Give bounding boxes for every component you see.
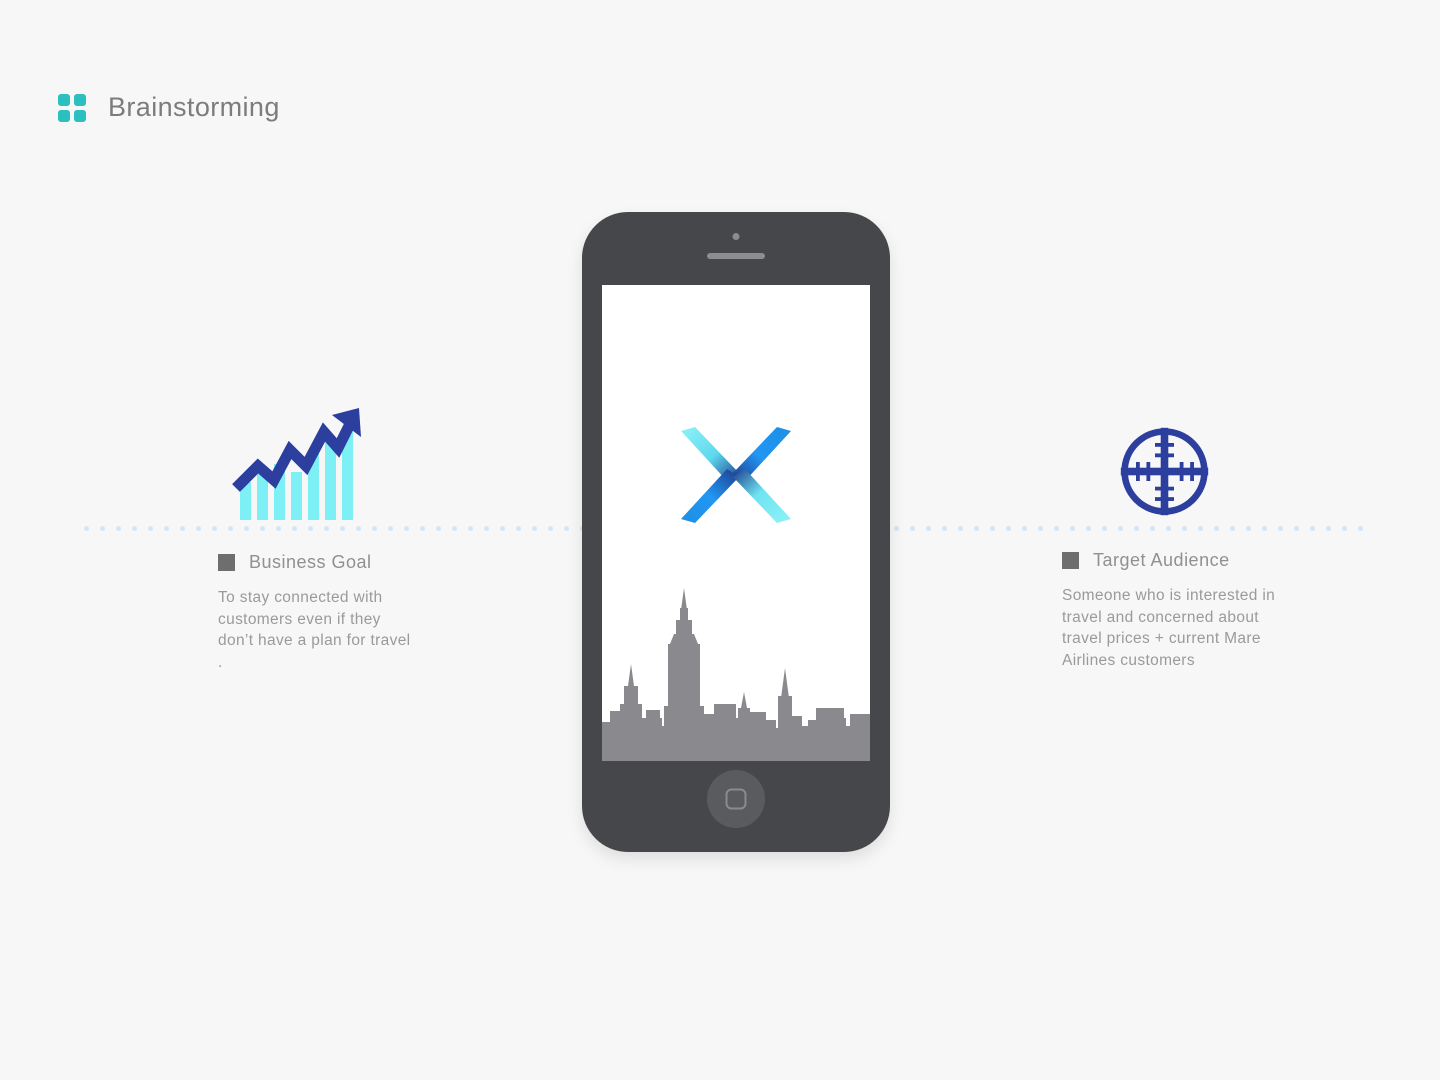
home-button-icon[interactable] bbox=[707, 770, 765, 828]
smartphone-mockup bbox=[582, 212, 890, 852]
new-york-city-skyline-silhouette bbox=[602, 588, 870, 761]
x-ribbon-logo-icon bbox=[681, 427, 791, 523]
crosshair-target-scope-icon bbox=[1120, 427, 1209, 516]
panel-body-text: Someone who is interested in travel and … bbox=[1062, 587, 1276, 669]
panel-target-audience: Target Audience Someone who is intereste… bbox=[1062, 550, 1277, 671]
dotted-rule-right bbox=[894, 526, 1370, 532]
square-bullet-icon bbox=[218, 554, 235, 571]
four-squares-grid-icon bbox=[58, 93, 86, 122]
growth-bar-chart-arrow-icon bbox=[232, 408, 361, 520]
panel-header: Business Goal bbox=[218, 552, 418, 573]
slide-canvas: Brainstorming Business Goal To stay conn… bbox=[0, 0, 1440, 1080]
panel-body-text: To stay connected with customers even if… bbox=[218, 589, 411, 671]
panel-title: Target Audience bbox=[1093, 550, 1230, 570]
panel-header: Target Audience bbox=[1062, 550, 1277, 571]
page-title: Brainstorming bbox=[108, 92, 280, 122]
panel-business-goal: Business Goal To stay connected with cus… bbox=[218, 552, 418, 673]
square-bullet-icon bbox=[1062, 552, 1079, 569]
front-camera-icon bbox=[732, 233, 740, 240]
phone-screen bbox=[602, 285, 870, 761]
earpiece-speaker-icon bbox=[707, 253, 765, 259]
panel-title: Business Goal bbox=[249, 552, 372, 572]
home-button-square-glyph bbox=[725, 788, 747, 810]
dotted-rule-left bbox=[84, 526, 585, 532]
slide-header: Brainstorming bbox=[58, 92, 280, 123]
